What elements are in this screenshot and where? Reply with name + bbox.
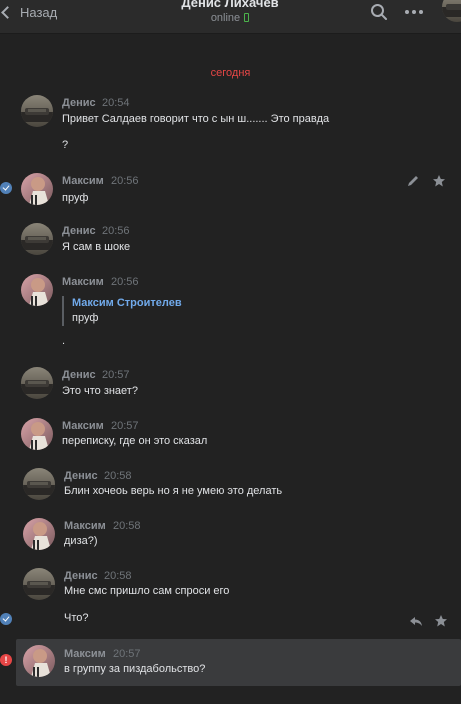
author-name[interactable]: Денис — [64, 570, 98, 582]
chat-title[interactable]: Денис Лихачев — [130, 0, 330, 10]
message-item[interactable]: Денис 20:54 Привет Салдаев говорит что с… — [0, 95, 461, 165]
message-time: 20:58 — [113, 520, 141, 532]
header-avatar[interactable] — [442, 0, 461, 22]
more-icon[interactable] — [404, 4, 424, 20]
message-time: 20:58 — [104, 470, 132, 482]
message-time: 20:58 — [104, 570, 132, 582]
search-icon[interactable] — [370, 3, 388, 21]
status-text: online — [210, 12, 241, 24]
read-check-icon — [0, 182, 12, 194]
message-text: Я сам в шоке — [62, 241, 131, 253]
message-text: . — [62, 335, 66, 347]
phone-icon — [244, 13, 250, 22]
avatar[interactable] — [21, 274, 53, 306]
message-item[interactable]: Денис 20:58 Мне смс пришло сам спроси ег… — [0, 568, 461, 633]
date-separator: сегодня — [210, 67, 251, 79]
forwarded-quote[interactable]: Максим Строителев пруф — [62, 296, 182, 326]
author-name[interactable]: Максим — [62, 420, 104, 432]
avatar[interactable] — [21, 223, 53, 255]
quote-author[interactable]: Максим Строителев — [72, 296, 182, 310]
error-icon[interactable]: ! — [0, 654, 12, 666]
message-time: 20:54 — [102, 97, 130, 109]
message-time: 20:56 — [102, 225, 130, 237]
message-text: пруф — [62, 192, 89, 204]
back-chevron-icon — [1, 5, 14, 19]
avatar[interactable] — [23, 518, 55, 550]
message-item[interactable]: Денис 20:57 Это что знает? — [0, 367, 461, 407]
quote-text: пруф — [72, 312, 99, 324]
message-text: Мне смс пришло сам спроси его — [64, 585, 230, 597]
message-item[interactable]: Максим 20:58 диза?) — [0, 518, 461, 558]
message-item[interactable]: Максим 20:57 переписку, где он это сказа… — [0, 418, 461, 458]
message-time: 20:57 — [113, 648, 141, 660]
message-text: Что? — [64, 612, 89, 624]
message-text: в группу за пиздабольство? — [64, 663, 206, 675]
message-item[interactable]: ! Максим 20:57 в группу за пиздабольство… — [0, 645, 461, 685]
message-text: ? — [62, 139, 69, 151]
message-text: переписку, где он это сказал — [62, 435, 208, 447]
avatar[interactable] — [21, 367, 53, 399]
author-name[interactable]: Денис — [64, 470, 98, 482]
message-text: Блин хочеоь верь но я не умею это делать — [64, 485, 283, 497]
avatar[interactable] — [23, 468, 55, 500]
chat-status: online — [130, 12, 330, 24]
message-item[interactable]: Максим 20:56 Максим Строителев пруф . — [0, 274, 461, 354]
author-name[interactable]: Максим — [62, 175, 104, 187]
author-name[interactable]: Максим — [62, 276, 104, 288]
author-name[interactable]: Денис — [62, 97, 96, 109]
back-button[interactable]: Назад — [0, 0, 57, 24]
message-item[interactable]: Денис 20:56 Я сам в шоке — [0, 223, 461, 263]
avatar[interactable] — [21, 95, 53, 127]
avatar[interactable] — [21, 418, 53, 450]
edit-icon[interactable] — [406, 174, 420, 188]
star-icon[interactable] — [432, 174, 446, 188]
star-icon[interactable] — [434, 614, 448, 628]
message-text: Привет Салдаев говорит что с ын ш.......… — [62, 113, 330, 125]
message-time: 20:57 — [111, 420, 139, 432]
author-name[interactable]: Максим — [64, 648, 106, 660]
message-time: 20:56 — [111, 175, 139, 187]
avatar[interactable] — [23, 568, 55, 600]
author-name[interactable]: Максим — [64, 520, 106, 532]
message-item[interactable]: Денис 20:58 Блин хочеоь верь но я не уме… — [0, 468, 461, 508]
chat-header: Назад Денис Лихачев online — [0, 0, 461, 34]
message-time: 20:56 — [111, 276, 139, 288]
avatar[interactable] — [21, 173, 53, 205]
avatar[interactable] — [23, 645, 55, 677]
read-check-icon — [0, 613, 12, 625]
author-name[interactable]: Денис — [62, 225, 96, 237]
message-time: 20:57 — [102, 369, 130, 381]
back-label: Назад — [20, 4, 58, 20]
author-name[interactable]: Денис — [62, 369, 96, 381]
message-text: Это что знает? — [62, 385, 138, 397]
message-item[interactable]: Максим 20:56 пруф — [0, 173, 461, 213]
message-text: диза?) — [64, 535, 98, 547]
reply-icon[interactable] — [409, 614, 423, 628]
